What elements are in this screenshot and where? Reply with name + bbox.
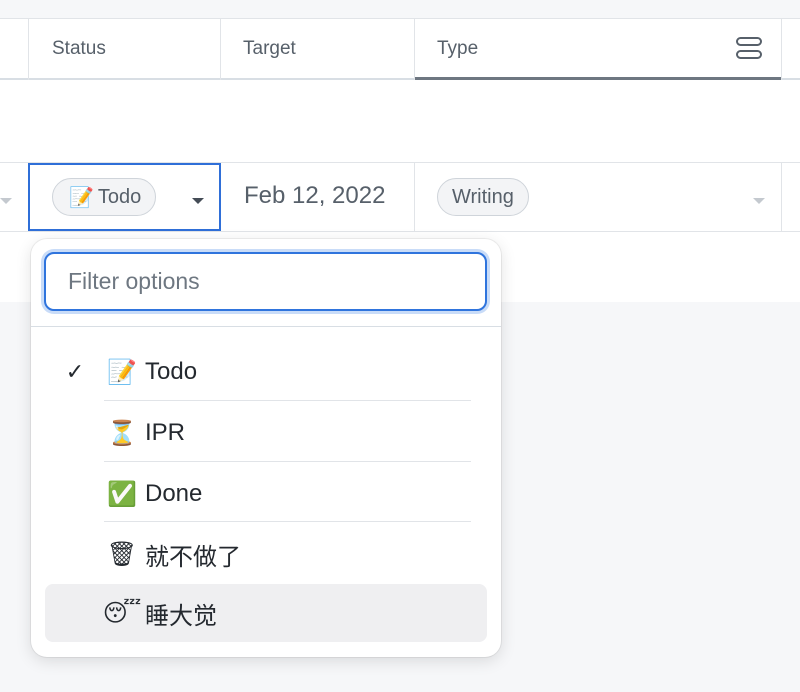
top-strip [0, 0, 800, 18]
option-label: 睡大觉 [145, 602, 217, 630]
option-label: Todo [145, 358, 198, 385]
type-pill[interactable]: Writing [437, 178, 529, 216]
column-header-type[interactable]: Type [437, 18, 478, 80]
option-todo[interactable]: ✓ 📝 Todo [45, 343, 487, 401]
option-divider [104, 521, 471, 522]
status-cell[interactable]: 📝 Todo [28, 163, 221, 231]
chevron-down-icon[interactable] [0, 198, 12, 204]
status-options-dropdown: ✓ 📝 Todo ⏳ IPR ✅ Done 🗑 就不做了 😴 睡大觉 [31, 239, 501, 657]
trash-can-icon: 🗑 [106, 540, 138, 568]
column-divider [28, 18, 29, 80]
option-divider [104, 461, 471, 462]
active-column-indicator [415, 77, 781, 80]
column-header-target[interactable]: Target [243, 18, 296, 80]
option-done[interactable]: ✅ Done [45, 465, 487, 523]
memo-icon: 📝 [69, 186, 94, 209]
status-pill: 📝 Todo [52, 178, 157, 216]
column-divider [220, 18, 221, 80]
chevron-down-icon[interactable] [192, 198, 204, 204]
check-box-icon: ✅ [107, 480, 137, 508]
option-label: 就不做了 [145, 543, 241, 571]
target-date[interactable]: Feb 12, 2022 [244, 182, 385, 210]
column-divider [781, 18, 782, 80]
check-icon: ✓ [65, 359, 85, 384]
sleeping-face-icon: 😴 [102, 599, 142, 627]
status-pill-label: Todo [97, 185, 142, 208]
column-divider [781, 163, 782, 231]
option-sleeping[interactable]: 😴 睡大觉 [45, 584, 487, 642]
option-ipr[interactable]: ⏳ IPR [45, 404, 487, 462]
table-header-row [0, 18, 800, 80]
option-label: IPR [145, 419, 186, 446]
column-divider [414, 18, 415, 80]
option-divider [104, 400, 471, 401]
dropdown-divider [31, 326, 501, 327]
type-pill-label: Writing [452, 185, 514, 208]
column-divider [414, 163, 415, 231]
layout-rows-icon[interactable] [736, 37, 766, 63]
option-abandoned[interactable]: 🗑 就不做了 [45, 525, 487, 583]
filter-options-input[interactable] [44, 252, 487, 311]
option-label: Done [145, 480, 203, 507]
memo-icon: 📝 [107, 358, 137, 386]
hourglass-icon: ⏳ [107, 419, 137, 447]
chevron-down-icon[interactable] [753, 198, 765, 204]
column-header-status[interactable]: Status [52, 18, 106, 80]
